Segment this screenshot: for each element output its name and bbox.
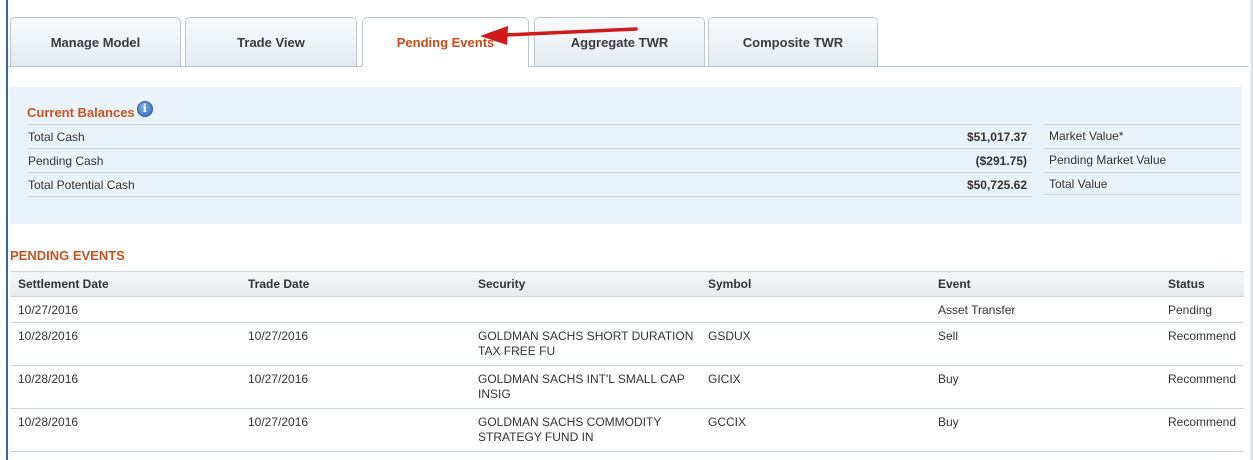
tab-baseline bbox=[8, 66, 1249, 67]
column-header-status[interactable]: Status bbox=[1160, 271, 1244, 297]
column-header-trade-date[interactable]: Trade Date bbox=[240, 271, 470, 297]
security-cell: GOLDMAN SACHS INT'L SMALL CAP INSIG bbox=[470, 365, 700, 409]
column-header-symbol[interactable]: Symbol bbox=[700, 271, 930, 297]
table-row: 10/28/2016 10/27/2016 GOLDMAN SACHS COMM… bbox=[10, 408, 1244, 452]
balance-amount: ($291.75) bbox=[975, 153, 1027, 168]
balance-label: Total Cash bbox=[28, 129, 85, 144]
settlement-date-cell: 10/28/2016 bbox=[10, 408, 240, 452]
status-cell: Recommend bbox=[1160, 322, 1244, 366]
current-balances-title: Current Balances bbox=[27, 105, 135, 120]
window-right-shadow bbox=[1249, 0, 1253, 460]
market-value-row: Market Value* bbox=[1044, 124, 1240, 147]
security-cell bbox=[470, 296, 700, 323]
trade-date-cell: 10/27/2016 bbox=[240, 365, 470, 409]
red-arrow-annotation bbox=[480, 26, 638, 45]
info-icon[interactable]: i bbox=[136, 100, 153, 117]
pending-events-table: Settlement Date Trade Date Security Symb… bbox=[10, 271, 1244, 452]
event-cell: Buy bbox=[930, 408, 1160, 452]
settlement-date-cell: 10/28/2016 bbox=[10, 322, 240, 366]
table-header-row: Settlement Date Trade Date Security Symb… bbox=[10, 271, 1244, 297]
pending-market-value-label: Pending Market Value bbox=[1049, 153, 1167, 167]
active-tab-gap bbox=[362, 66, 528, 68]
balance-row-total-potential-cash: Total Potential Cash $50,725.62 bbox=[28, 172, 1032, 197]
event-cell: Asset Transfer bbox=[930, 296, 1160, 323]
current-balances-heading: Current Balances i bbox=[27, 100, 153, 120]
symbol-cell: GICIX bbox=[700, 365, 930, 409]
balance-amount: $50,725.62 bbox=[966, 177, 1027, 192]
status-cell: Recommend bbox=[1160, 365, 1244, 409]
trade-date-cell bbox=[240, 296, 470, 323]
status-cell: Recommend bbox=[1160, 408, 1244, 452]
security-cell: GOLDMAN SACHS COMMODITY STRATEGY FUND IN bbox=[470, 408, 700, 452]
event-cell: Buy bbox=[930, 365, 1160, 409]
column-header-security[interactable]: Security bbox=[470, 271, 700, 297]
table-row: 10/27/2016 Asset Transfer Pending bbox=[10, 296, 1244, 323]
total-value-label: Total Value bbox=[1049, 176, 1108, 191]
balance-row-total-cash: Total Cash $51,017.37 bbox=[28, 124, 1032, 148]
settlement-date-cell: 10/27/2016 bbox=[10, 296, 240, 323]
security-cell: GOLDMAN SACHS SHORT DURATION TAX FREE FU bbox=[470, 322, 700, 366]
balance-amount: $51,017.37 bbox=[966, 129, 1027, 144]
table-row: 10/28/2016 10/27/2016 GOLDMAN SACHS SHOR… bbox=[10, 322, 1244, 366]
tab-manage-model[interactable]: Manage Model bbox=[10, 17, 181, 66]
column-header-event[interactable]: Event bbox=[930, 271, 1160, 297]
current-balances-panel: Current Balances i Total Cash $51,017.37… bbox=[10, 87, 1242, 224]
balance-label: Pending Cash bbox=[28, 153, 104, 168]
pending-market-value-row: Pending Market Value bbox=[1044, 148, 1240, 171]
market-value-label: Market Value* bbox=[1049, 129, 1124, 143]
balance-label: Total Potential Cash bbox=[28, 177, 135, 192]
total-value-row: Total Value bbox=[1044, 172, 1240, 195]
trade-date-cell: 10/27/2016 bbox=[240, 408, 470, 452]
column-header-settlement-date[interactable]: Settlement Date bbox=[10, 271, 240, 297]
symbol-cell: GSDUX bbox=[700, 322, 930, 366]
symbol-cell bbox=[700, 296, 930, 323]
window-left-border bbox=[6, 0, 8, 460]
status-cell: Pending bbox=[1160, 296, 1244, 323]
trade-date-cell: 10/27/2016 bbox=[240, 322, 470, 366]
settlement-date-cell: 10/28/2016 bbox=[10, 365, 240, 409]
balance-row-pending-cash: Pending Cash ($291.75) bbox=[28, 148, 1032, 172]
pending-events-title: PENDING EVENTS bbox=[10, 248, 125, 263]
table-row: 10/28/2016 10/27/2016 GOLDMAN SACHS INT'… bbox=[10, 365, 1244, 409]
event-cell: Sell bbox=[930, 322, 1160, 366]
tab-composite-twr[interactable]: Composite TWR bbox=[708, 17, 878, 66]
symbol-cell: GCCIX bbox=[700, 408, 930, 452]
tab-trade-view[interactable]: Trade View bbox=[185, 17, 357, 66]
